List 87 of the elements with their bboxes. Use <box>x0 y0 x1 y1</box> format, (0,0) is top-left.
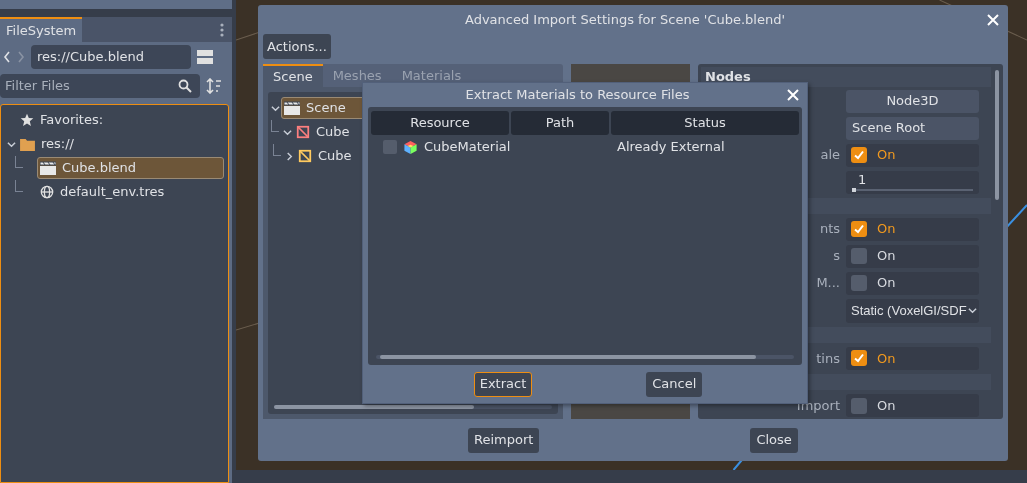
table-cell-text: Already External <box>616 138 725 157</box>
chevron-right-icon[interactable] <box>284 151 294 161</box>
dialog-title: Extract Materials to Resource Files <box>464 86 691 105</box>
close-icon[interactable] <box>987 13 999 26</box>
dialog-button[interactable]: Cancel <box>646 371 703 397</box>
mesh-instance-icon <box>298 149 312 163</box>
check-icon <box>853 352 865 365</box>
mesh-icon <box>296 125 310 139</box>
tree-item[interactable]: res:// <box>17 133 83 155</box>
clapperboard-icon <box>284 101 300 115</box>
filter-input[interactable]: Filter Files <box>5 76 178 96</box>
tree-item-label: Favorites: <box>40 111 104 130</box>
property-label: ale <box>820 146 840 165</box>
folder-icon <box>20 137 35 151</box>
checkbox[interactable] <box>851 248 867 265</box>
checkbox-property[interactable]: On <box>846 217 979 241</box>
slider-field[interactable]: 1 <box>846 170 979 194</box>
table-cell-text: CubeMaterial <box>424 138 511 157</box>
sort-icon[interactable] <box>206 78 222 94</box>
actions-button[interactable]: Actions... <box>263 34 331 59</box>
column-header[interactable]: Resource <box>371 111 509 135</box>
checkbox-property[interactable]: On <box>846 394 979 417</box>
checkbox[interactable] <box>851 147 867 163</box>
star-icon <box>20 113 34 127</box>
filter-field[interactable]: Filter Files <box>0 74 200 98</box>
checkbox-label: On <box>877 247 896 266</box>
search-icon <box>178 79 192 93</box>
property-label: s <box>833 247 840 266</box>
checkbox-label: On <box>877 220 896 239</box>
checkbox[interactable] <box>851 350 867 367</box>
chevron-down-icon[interactable] <box>270 103 280 113</box>
tree-item-label: Scene <box>306 99 346 118</box>
check-icon <box>853 223 865 236</box>
path-field[interactable]: res://Cube.blend <box>31 45 191 69</box>
kebab-menu-icon[interactable] <box>220 22 224 37</box>
clapperboard-icon <box>40 161 56 175</box>
tree-item-label: default_env.tres <box>60 183 165 202</box>
dock-tab[interactable]: FileSystem <box>0 17 83 42</box>
property-label: tins <box>816 349 840 368</box>
checkbox-label: On <box>877 146 896 165</box>
globe-icon <box>40 185 54 199</box>
tree-item-label: res:// <box>41 135 74 154</box>
checkbox[interactable] <box>851 275 867 292</box>
chevron-down-icon[interactable] <box>968 306 977 316</box>
tree-item[interactable]: default_env.tres <box>37 181 174 203</box>
close-icon[interactable] <box>787 89 799 101</box>
dropdown[interactable]: Static (VoxelGI/SDF <box>846 298 979 323</box>
checkbox-property[interactable]: On <box>846 143 979 167</box>
row-checkbox[interactable] <box>383 140 397 154</box>
checkbox[interactable] <box>851 397 867 414</box>
inspector-title: Nodes <box>705 68 751 86</box>
property-label: M... <box>816 274 840 293</box>
column-header[interactable]: Path <box>511 111 609 135</box>
scrollbar-thumb[interactable] <box>995 70 999 200</box>
text-field[interactable]: Scene Root <box>846 116 979 140</box>
checkbox-label: On <box>877 274 896 293</box>
column-header[interactable]: Status <box>611 111 799 135</box>
tree-item[interactable]: Favorites: <box>17 109 113 131</box>
tree-item-label: Cube <box>318 147 352 166</box>
scrollbar-thumb[interactable] <box>274 405 475 409</box>
tree-item[interactable]: Cube.blend <box>37 157 224 179</box>
slider-value: 1 <box>857 172 868 187</box>
tree-item-label: Cube <box>316 123 350 142</box>
tree-item[interactable]: Cube <box>295 145 361 167</box>
checkbox-property[interactable]: On <box>846 244 979 268</box>
property-label: nts <box>819 220 840 239</box>
checkbox-label: On <box>877 396 896 415</box>
slider-thumb[interactable] <box>852 187 856 192</box>
type-button[interactable]: Node3D <box>846 89 979 113</box>
checkbox-property[interactable]: On <box>846 346 979 370</box>
checkbox-label: On <box>877 349 896 368</box>
back-icon[interactable] <box>3 51 11 63</box>
checkbox[interactable] <box>851 221 867 238</box>
chevron-down-icon[interactable] <box>282 127 292 137</box>
material-icon <box>403 139 418 155</box>
check-icon <box>853 149 865 161</box>
layout-toggle-icon[interactable] <box>197 49 213 65</box>
scrollbar-thumb[interactable] <box>380 355 757 359</box>
window-title: Advanced Import Settings for Scene 'Cube.blend' <box>463 10 787 29</box>
dialog-button[interactable]: Reimport <box>468 427 540 453</box>
tab[interactable]: Scene <box>263 64 323 87</box>
chevron-down-icon[interactable] <box>6 139 16 149</box>
checkbox-property[interactable]: On <box>846 271 979 295</box>
dialog-button[interactable]: Extract <box>473 371 533 397</box>
dialog-button[interactable]: Close <box>750 427 798 453</box>
tree-item-label: Cube.blend <box>62 159 137 178</box>
tree-item[interactable]: Cube <box>293 121 359 143</box>
